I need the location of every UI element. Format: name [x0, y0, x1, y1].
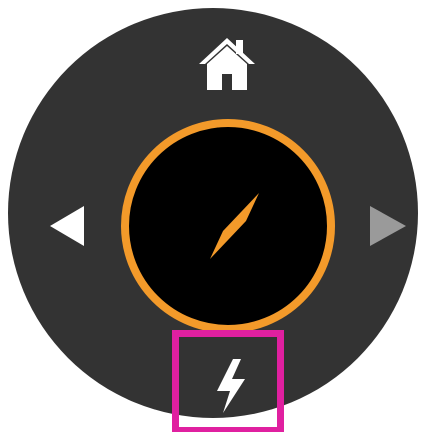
home-button[interactable]	[196, 34, 258, 96]
compass-needle-icon	[210, 193, 259, 259]
previous-button[interactable]	[48, 204, 88, 248]
flash-button[interactable]	[172, 330, 284, 432]
triangle-right-icon	[370, 206, 406, 246]
compass-dial	[121, 119, 335, 333]
triangle-left-icon	[50, 206, 84, 246]
next-button[interactable]	[366, 204, 410, 248]
control-dial	[8, 8, 418, 432]
compass-screen	[0, 0, 425, 432]
home-icon	[199, 38, 255, 90]
lightning-bolt-icon	[217, 359, 245, 413]
